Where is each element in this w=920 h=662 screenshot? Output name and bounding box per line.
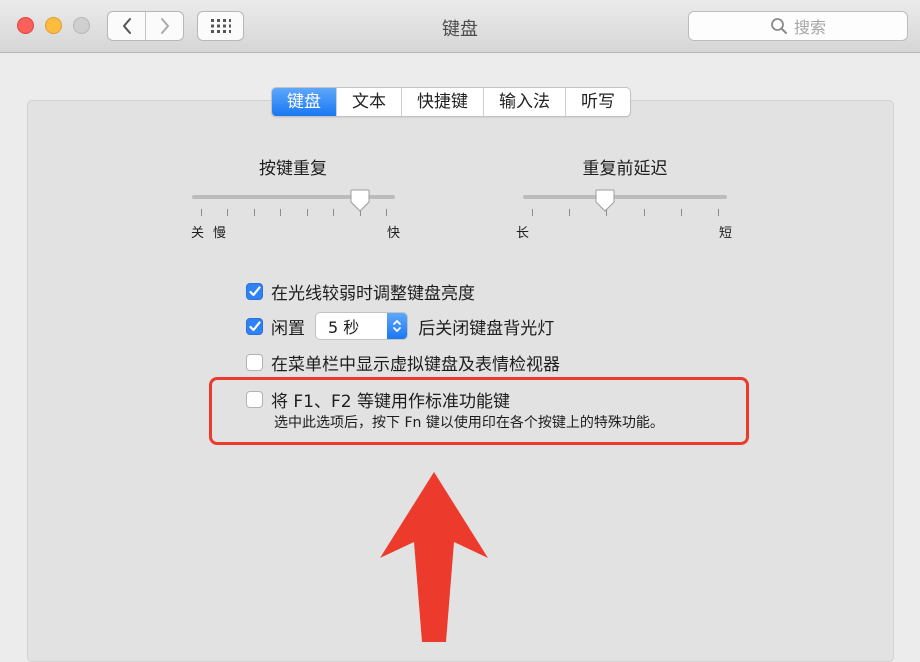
- grid-icon: [210, 19, 231, 33]
- key-repeat-slow-label: 慢: [213, 226, 227, 241]
- delay-short-label: 短: [719, 226, 733, 241]
- adjust-brightness-checkbox[interactable]: [246, 283, 263, 300]
- search-icon: [771, 18, 787, 34]
- delay-long-label: 长: [516, 226, 530, 241]
- slider-tick: [386, 209, 387, 216]
- key-repeat-off-label: 关: [191, 226, 205, 241]
- highlight-box: [209, 377, 749, 445]
- delay-slider-thumb[interactable]: [594, 189, 616, 213]
- window-title: 键盘: [442, 19, 478, 40]
- idle-time-value: 5 秒: [328, 318, 360, 337]
- checkmark-icon: [248, 320, 261, 331]
- slider-tick: [333, 209, 335, 216]
- show-all-button[interactable]: [197, 11, 244, 41]
- zoom-window-button[interactable]: [73, 17, 90, 34]
- slider-tick: [569, 209, 571, 216]
- slider-tick: [532, 209, 533, 216]
- window-titlebar: 键盘 搜索: [0, 0, 920, 53]
- slider-tick: [643, 209, 645, 216]
- option-backlight-off: 闲置 5 秒 后关闭键盘背光灯: [246, 312, 554, 340]
- tab-text[interactable]: 文本: [336, 88, 401, 116]
- forward-button[interactable]: [145, 12, 183, 40]
- delay-track: [523, 195, 727, 199]
- tab-input-sources[interactable]: 输入法: [483, 88, 565, 116]
- minimize-window-button[interactable]: [45, 17, 62, 34]
- delay-until-repeat-label: 重复前延迟: [582, 159, 668, 179]
- search-placeholder: 搜索: [793, 18, 826, 37]
- back-button[interactable]: [108, 12, 145, 40]
- checkmark-icon: [248, 286, 261, 297]
- navigation-buttons: [107, 11, 184, 41]
- slider-tick: [306, 209, 308, 216]
- chevron-right-icon: [160, 18, 169, 34]
- tab-shortcuts[interactable]: 快捷键: [401, 88, 483, 116]
- backlight-off-checkbox[interactable]: [246, 317, 263, 335]
- tab-keyboard[interactable]: 键盘: [272, 88, 336, 116]
- slider-tick: [718, 209, 719, 216]
- slider-tick: [253, 209, 255, 216]
- option-adjust-brightness: 在光线较弱时调整键盘亮度: [246, 279, 475, 304]
- up-arrow-icon: [380, 472, 488, 642]
- updown-chevron-icon: [387, 313, 408, 339]
- chevron-left-icon: [122, 18, 131, 34]
- search-field[interactable]: 搜索: [688, 11, 908, 41]
- option-show-viewer: 在菜单栏中显示虚拟键盘及表情检视器: [246, 350, 560, 375]
- backlight-off-label: 后关闭键盘背光灯: [418, 318, 555, 339]
- adjust-brightness-label: 在光线较弱时调整键盘亮度: [271, 284, 475, 304]
- backlight-idle-label: 闲置: [271, 318, 305, 339]
- slider-tick: [280, 209, 282, 216]
- tab-dictation[interactable]: 听写: [565, 88, 630, 116]
- slider-tick: [201, 209, 202, 216]
- slider-tick: [227, 209, 229, 216]
- close-window-button[interactable]: [17, 17, 34, 34]
- idle-time-popup[interactable]: 5 秒: [315, 312, 409, 340]
- show-viewer-checkbox[interactable]: [246, 354, 263, 371]
- tab-bar: 键盘 文本 快捷键 输入法 听写: [271, 87, 631, 117]
- key-repeat-label: 按键重复: [259, 159, 327, 179]
- key-repeat-fast-label: 快: [387, 226, 401, 241]
- key-repeat-slider-thumb[interactable]: [349, 189, 371, 213]
- show-viewer-label: 在菜单栏中显示虚拟键盘及表情检视器: [271, 355, 560, 375]
- slider-tick: [680, 209, 682, 216]
